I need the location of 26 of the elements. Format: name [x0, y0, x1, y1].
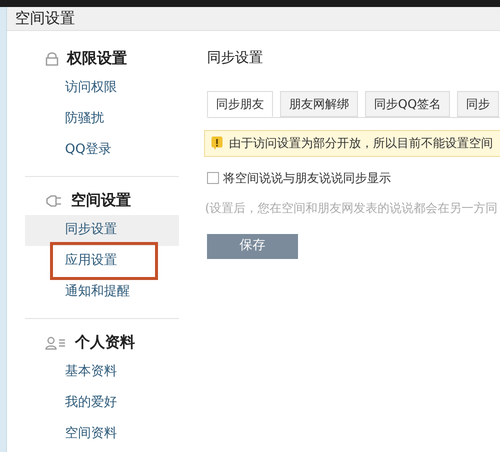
sidebar-item[interactable]: 我的爱好	[25, 388, 179, 418]
sidebar-item[interactable]: QQ登录	[25, 134, 179, 166]
sidebar-item[interactable]: 同步设置	[25, 214, 179, 246]
warning-icon	[211, 136, 223, 150]
tab[interactable]: 朋友网解绑	[280, 90, 358, 116]
sidebar-item[interactable]: 防骚扰	[25, 104, 179, 134]
hint-text: (设置后，您在空间和朋友网发表的说说都会在另一方同	[205, 200, 499, 216]
sidebar-item[interactable]: 基本资料	[25, 356, 179, 388]
section-heading: 权限设置	[67, 48, 127, 70]
plug-icon	[45, 194, 63, 208]
lock-icon	[45, 52, 59, 66]
warning-text: 由于访问设置为部分开放，所以目前不能设置空间	[229, 135, 493, 152]
person-list-icon	[45, 336, 67, 350]
section-title: 同步设置	[207, 49, 264, 68]
checkbox[interactable]	[207, 172, 219, 184]
section-heading: 个人资料	[75, 332, 135, 354]
page-title: 空间设置	[15, 8, 75, 29]
checkbox-label: 将空间说说与朋友说说同步显示	[223, 170, 391, 186]
section-heading: 空间设置	[71, 190, 131, 212]
tab[interactable]: 同步朋友	[207, 90, 273, 116]
tab[interactable]: 同步QQ签名	[365, 90, 450, 116]
sidebar-item[interactable]: 访问权限	[25, 72, 179, 104]
sidebar-item[interactable]: 空间资料	[25, 418, 179, 450]
sidebar-item[interactable]: 通知和提醒	[25, 276, 179, 308]
tab[interactable]: 同步	[456, 90, 499, 116]
save-button[interactable]: 保存	[207, 234, 298, 258]
